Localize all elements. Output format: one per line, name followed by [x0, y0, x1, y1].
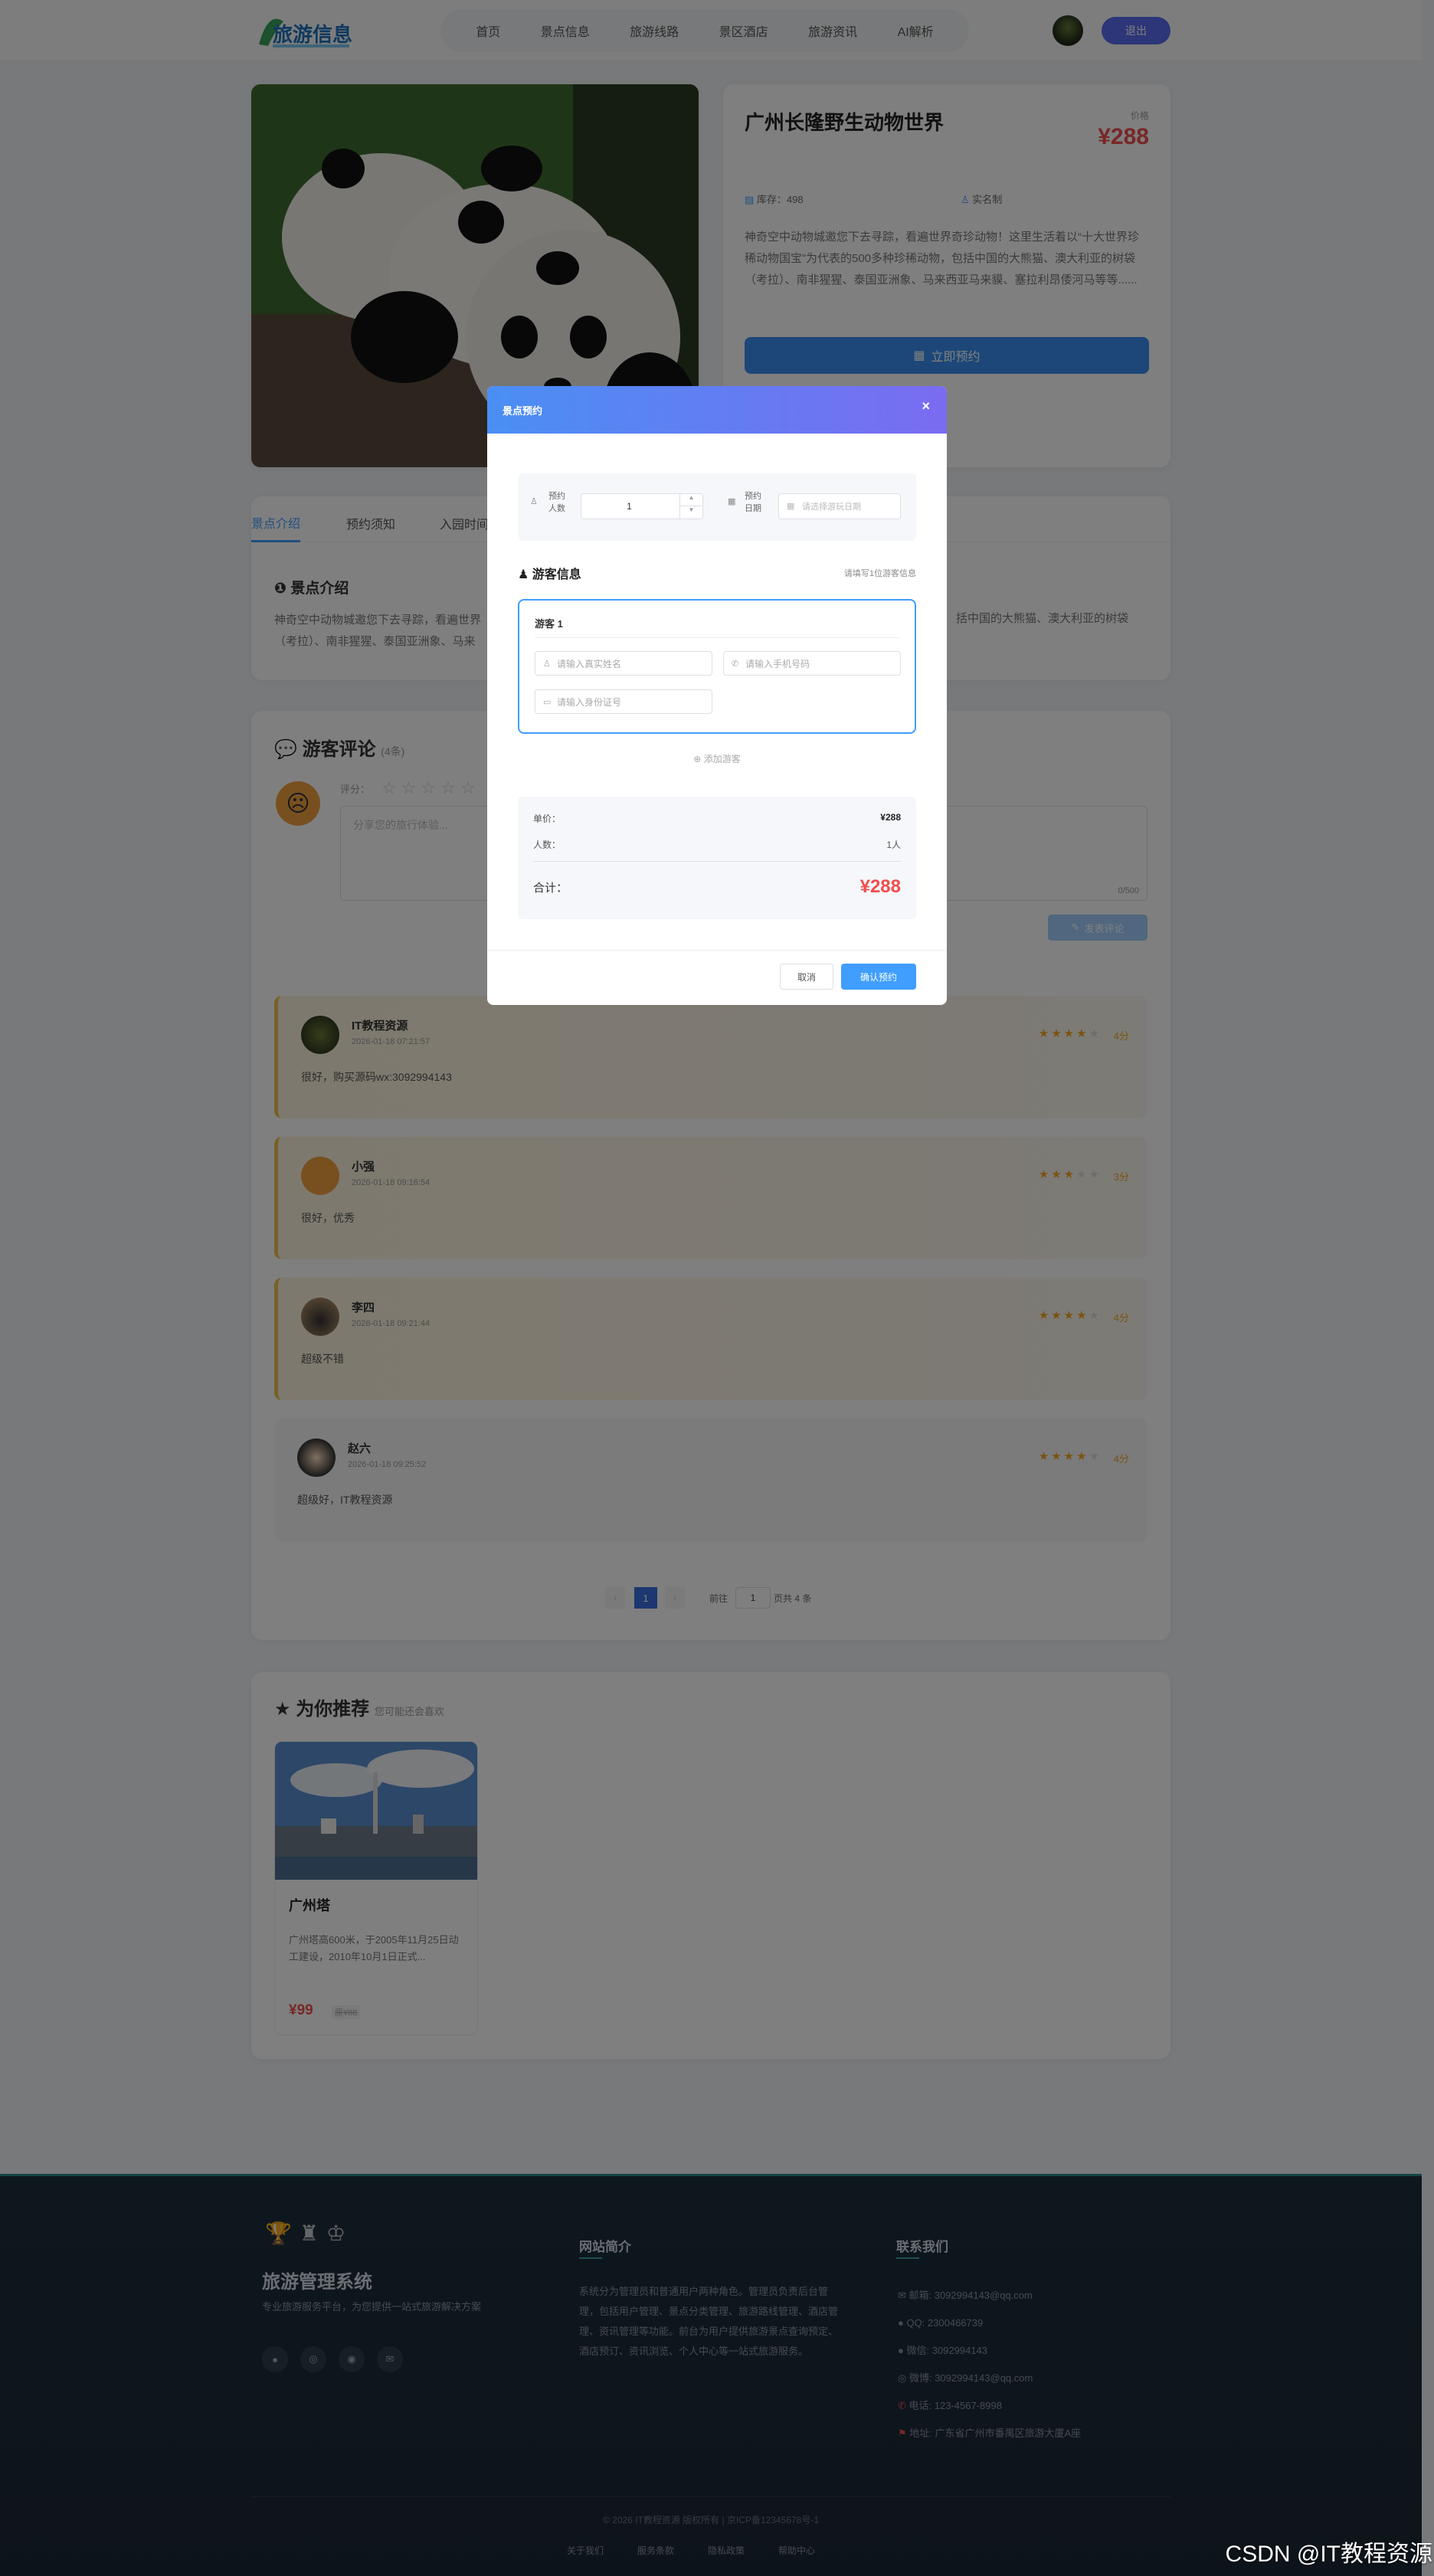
date-label: 预约日期 [745, 492, 761, 513]
add-visitor-label: 添加游客 [703, 754, 741, 764]
visitor-card: 游客 1 ♙ 请输入真实姓名 ✆ 请输入手机号码 ▭ 请输入身份证号 [518, 599, 916, 734]
price-summary: 单价： ¥288 人数： 1人 合计： ¥288 [518, 797, 916, 919]
person-icon: ♟ [518, 568, 529, 581]
people-value: 1 [627, 501, 632, 512]
confirm-booking-button[interactable]: 确认预约 [841, 964, 916, 990]
booking-modal: 景点预约 × ♙ 预约人数 1 ▲ ▼ ▦ 预约日期 ▦ 请选择游玩日期 ♟ 游… [487, 386, 947, 1005]
total-label: 合计： [533, 882, 568, 895]
csdn-watermark: CSDN @IT教程资源 [1225, 2542, 1432, 2567]
phone-small-icon: ✆ [732, 660, 739, 669]
add-visitor-button[interactable]: ⊕ 添加游客 [487, 752, 947, 765]
id-card-icon: ▭ [543, 698, 552, 707]
date-placeholder: 请选择游玩日期 [802, 502, 861, 512]
visitor-name-label: 游客 1 [535, 618, 563, 630]
people-label: 预约人数 [548, 492, 565, 513]
id-placeholder: 请输入身份证号 [557, 696, 622, 708]
increase-icon[interactable]: ▲ [679, 494, 702, 506]
modal-header: 景点预约 × [487, 386, 947, 434]
decrease-icon[interactable]: ▼ [679, 506, 702, 519]
phone-input[interactable]: ✆ 请输入手机号码 [723, 651, 901, 676]
id-input[interactable]: ▭ 请输入身份证号 [535, 689, 712, 714]
close-icon[interactable]: × [922, 398, 930, 414]
unit-price-value: ¥288 [880, 812, 901, 823]
booking-options: ♙ 预约人数 1 ▲ ▼ ▦ 预约日期 ▦ 请选择游玩日期 [518, 473, 916, 541]
visitor-hint: 请填写1位游客信息 [843, 569, 916, 578]
plus-circle-icon: ⊕ [693, 754, 702, 764]
date-icon: ▦ [728, 497, 736, 506]
count-label: 人数： [533, 840, 561, 850]
user-small-icon: ♙ [543, 660, 551, 669]
date-picker[interactable]: ▦ 请选择游玩日期 [778, 493, 901, 519]
name-placeholder: 请输入真实姓名 [557, 658, 622, 669]
calendar-small-icon: ▦ [787, 502, 795, 511]
name-input[interactable]: ♙ 请输入真实姓名 [535, 651, 712, 676]
cancel-button[interactable]: 取消 [780, 964, 833, 990]
unit-price-label: 单价： [533, 813, 561, 824]
visitor-title: 游客信息 [532, 568, 581, 581]
modal-title: 景点预约 [503, 405, 543, 417]
total-value: ¥288 [859, 876, 901, 897]
people-stepper[interactable]: 1 ▲ ▼ [581, 493, 703, 519]
count-value: 1人 [886, 840, 901, 850]
phone-placeholder: 请输入手机号码 [745, 658, 810, 669]
